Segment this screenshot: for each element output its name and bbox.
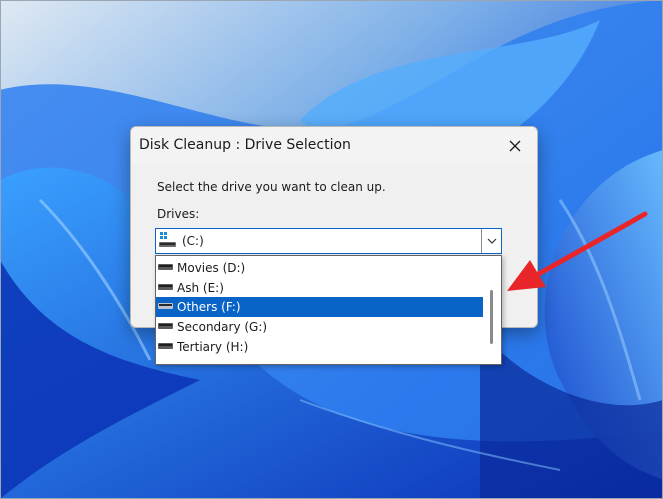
list-item-label: Movies (D:) <box>177 261 246 275</box>
drive-dropdown-list[interactable]: Movies (D:) Ash (E:) Others (F:) Seconda… <box>155 255 502 365</box>
list-item-label: Tertiary (H:) <box>177 340 249 354</box>
hard-drive-icon <box>158 284 173 290</box>
selected-drive: (C:) <box>182 234 204 248</box>
list-item[interactable]: Ash (E:) <box>156 278 483 298</box>
hard-drive-icon <box>158 343 173 349</box>
list-item-label: Ash (E:) <box>177 281 224 295</box>
dialog-title: Disk Cleanup : Drive Selection <box>139 137 351 153</box>
scrollbar-thumb[interactable] <box>490 290 493 344</box>
close-button[interactable] <box>493 127 537 164</box>
list-item[interactable]: Movies (D:) <box>156 258 483 278</box>
list-item-label: Others (F:) <box>177 300 241 314</box>
dropdown-toggle[interactable] <box>481 229 501 253</box>
list-item[interactable]: Tertiary (H:) <box>156 337 483 357</box>
list-item[interactable]: Secondary (G:) <box>156 317 483 337</box>
vertical-scrollbar[interactable] <box>483 256 501 364</box>
drive-select[interactable]: (C:) <box>155 228 502 254</box>
dialog-prompt: Select the drive you want to clean up. <box>157 180 386 194</box>
hard-drive-icon <box>158 323 173 329</box>
system-drive-icon <box>159 232 176 247</box>
hard-drive-icon <box>158 303 173 309</box>
dialog-titlebar[interactable]: Disk Cleanup : Drive Selection <box>131 127 537 164</box>
list-item-label: Secondary (G:) <box>177 320 268 334</box>
drives-label: Drives: <box>157 207 200 221</box>
chevron-down-icon <box>487 238 496 244</box>
list-item-selected[interactable]: Others (F:) <box>156 297 483 317</box>
close-icon <box>509 140 521 151</box>
hard-drive-icon <box>158 264 173 270</box>
